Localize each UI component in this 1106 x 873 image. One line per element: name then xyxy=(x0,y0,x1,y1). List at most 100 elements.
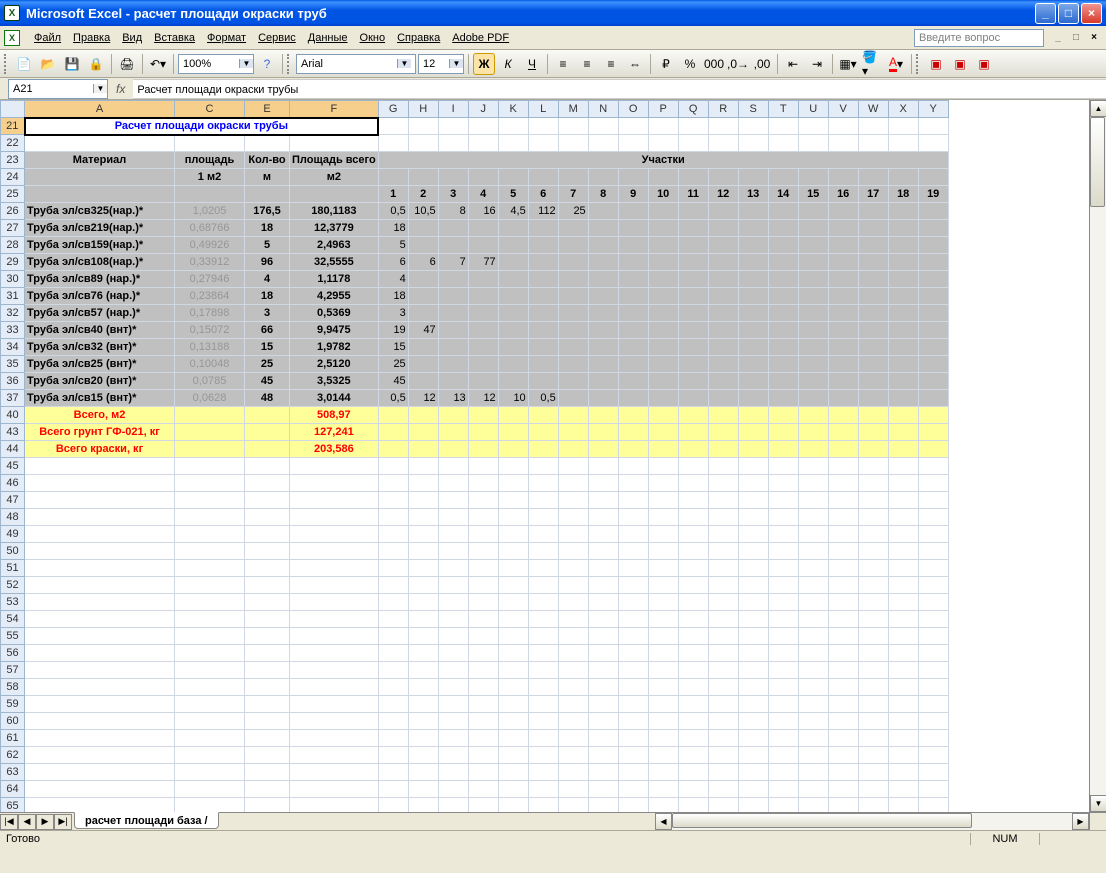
cell[interactable] xyxy=(678,594,708,611)
cell[interactable] xyxy=(438,662,468,679)
section-cell[interactable] xyxy=(558,322,588,339)
cell[interactable] xyxy=(648,764,678,781)
cell[interactable] xyxy=(25,645,175,662)
cell[interactable] xyxy=(618,747,648,764)
tab-last-button[interactable]: ▶| xyxy=(54,814,72,830)
cell[interactable] xyxy=(175,509,245,526)
cell[interactable] xyxy=(25,679,175,696)
cell[interactable] xyxy=(588,492,618,509)
cell[interactable] xyxy=(438,424,468,441)
col-header-E[interactable]: E xyxy=(245,101,290,118)
doc-restore-button[interactable]: □ xyxy=(1068,30,1084,46)
cell[interactable] xyxy=(858,526,888,543)
section-cell[interactable] xyxy=(648,356,678,373)
cell[interactable] xyxy=(678,764,708,781)
cell[interactable] xyxy=(528,662,558,679)
cell[interactable] xyxy=(618,781,648,798)
col-header-T[interactable]: T xyxy=(768,101,798,118)
cell[interactable] xyxy=(768,781,798,798)
qty-cell[interactable]: 3 xyxy=(245,305,290,322)
cell[interactable] xyxy=(438,594,468,611)
hdr-sections[interactable]: Участки xyxy=(378,152,948,169)
cell[interactable] xyxy=(708,764,738,781)
cell[interactable] xyxy=(438,118,468,135)
qty-cell[interactable]: 18 xyxy=(245,220,290,237)
cell[interactable] xyxy=(738,458,768,475)
cell[interactable] xyxy=(678,424,708,441)
cell[interactable] xyxy=(408,611,438,628)
section-cell[interactable] xyxy=(618,220,648,237)
cell[interactable] xyxy=(918,169,948,186)
cell[interactable] xyxy=(528,628,558,645)
section-cell[interactable]: 25 xyxy=(558,203,588,220)
italic-button[interactable]: К xyxy=(497,53,519,75)
section-cell[interactable] xyxy=(588,288,618,305)
cell[interactable] xyxy=(528,441,558,458)
total-cell[interactable]: 180,1183 xyxy=(290,203,379,220)
section-cell[interactable] xyxy=(558,390,588,407)
total-cell[interactable]: 2,5120 xyxy=(290,356,379,373)
cell[interactable] xyxy=(648,492,678,509)
cell[interactable] xyxy=(438,747,468,764)
cell[interactable] xyxy=(438,543,468,560)
cell[interactable] xyxy=(290,186,379,203)
hdr-qty[interactable]: Кол-во xyxy=(245,152,290,169)
material-cell[interactable]: Труба эл/св108(нар.)* xyxy=(25,254,175,271)
cell[interactable] xyxy=(558,764,588,781)
section-cell[interactable] xyxy=(468,356,498,373)
help-question-input[interactable]: Введите вопрос xyxy=(914,29,1044,47)
section-cell[interactable] xyxy=(558,373,588,390)
cell[interactable] xyxy=(918,645,948,662)
cell[interactable] xyxy=(918,594,948,611)
cell[interactable] xyxy=(618,713,648,730)
cell[interactable] xyxy=(708,135,738,152)
cell[interactable] xyxy=(25,594,175,611)
cell[interactable] xyxy=(468,781,498,798)
cell[interactable] xyxy=(918,441,948,458)
cell[interactable] xyxy=(738,118,768,135)
cell[interactable] xyxy=(438,628,468,645)
cell[interactable] xyxy=(498,407,528,424)
cell[interactable] xyxy=(828,679,858,696)
doc-minimize-button[interactable]: _ xyxy=(1050,30,1066,46)
section-cell[interactable] xyxy=(618,322,648,339)
menu-window[interactable]: Окно xyxy=(354,30,392,46)
cell[interactable] xyxy=(588,509,618,526)
currency-button[interactable]: ₽ xyxy=(655,53,677,75)
cell[interactable] xyxy=(678,475,708,492)
pdf-email-button[interactable]: ▣ xyxy=(949,53,971,75)
section-cell[interactable]: 10 xyxy=(498,390,528,407)
cell[interactable] xyxy=(768,594,798,611)
cell[interactable] xyxy=(290,628,379,645)
cell[interactable] xyxy=(438,560,468,577)
window-close-button[interactable]: × xyxy=(1081,3,1102,24)
cell[interactable] xyxy=(888,696,918,713)
cell[interactable] xyxy=(498,492,528,509)
help-button[interactable]: ? xyxy=(256,53,278,75)
cell[interactable] xyxy=(408,781,438,798)
cell[interactable] xyxy=(438,645,468,662)
col-header-K[interactable]: K xyxy=(498,101,528,118)
section-cell[interactable] xyxy=(858,390,888,407)
cell[interactable] xyxy=(858,730,888,747)
row-header-57[interactable]: 57 xyxy=(1,662,25,679)
section-cell[interactable] xyxy=(678,322,708,339)
area-cell[interactable]: 0,0785 xyxy=(175,373,245,390)
cell[interactable] xyxy=(648,543,678,560)
percent-button[interactable]: % xyxy=(679,53,701,75)
qty-cell[interactable]: 4 xyxy=(245,271,290,288)
section-cell[interactable] xyxy=(738,288,768,305)
cell[interactable] xyxy=(245,696,290,713)
cell[interactable] xyxy=(828,696,858,713)
cell[interactable] xyxy=(618,611,648,628)
cell[interactable] xyxy=(245,186,290,203)
row-header-61[interactable]: 61 xyxy=(1,730,25,747)
cell[interactable] xyxy=(438,577,468,594)
section-cell[interactable] xyxy=(588,203,618,220)
select-all-corner[interactable] xyxy=(1,101,25,118)
section-cell[interactable] xyxy=(828,254,858,271)
cell[interactable] xyxy=(738,169,768,186)
row-header-59[interactable]: 59 xyxy=(1,696,25,713)
cell[interactable] xyxy=(618,492,648,509)
col-header-W[interactable]: W xyxy=(858,101,888,118)
